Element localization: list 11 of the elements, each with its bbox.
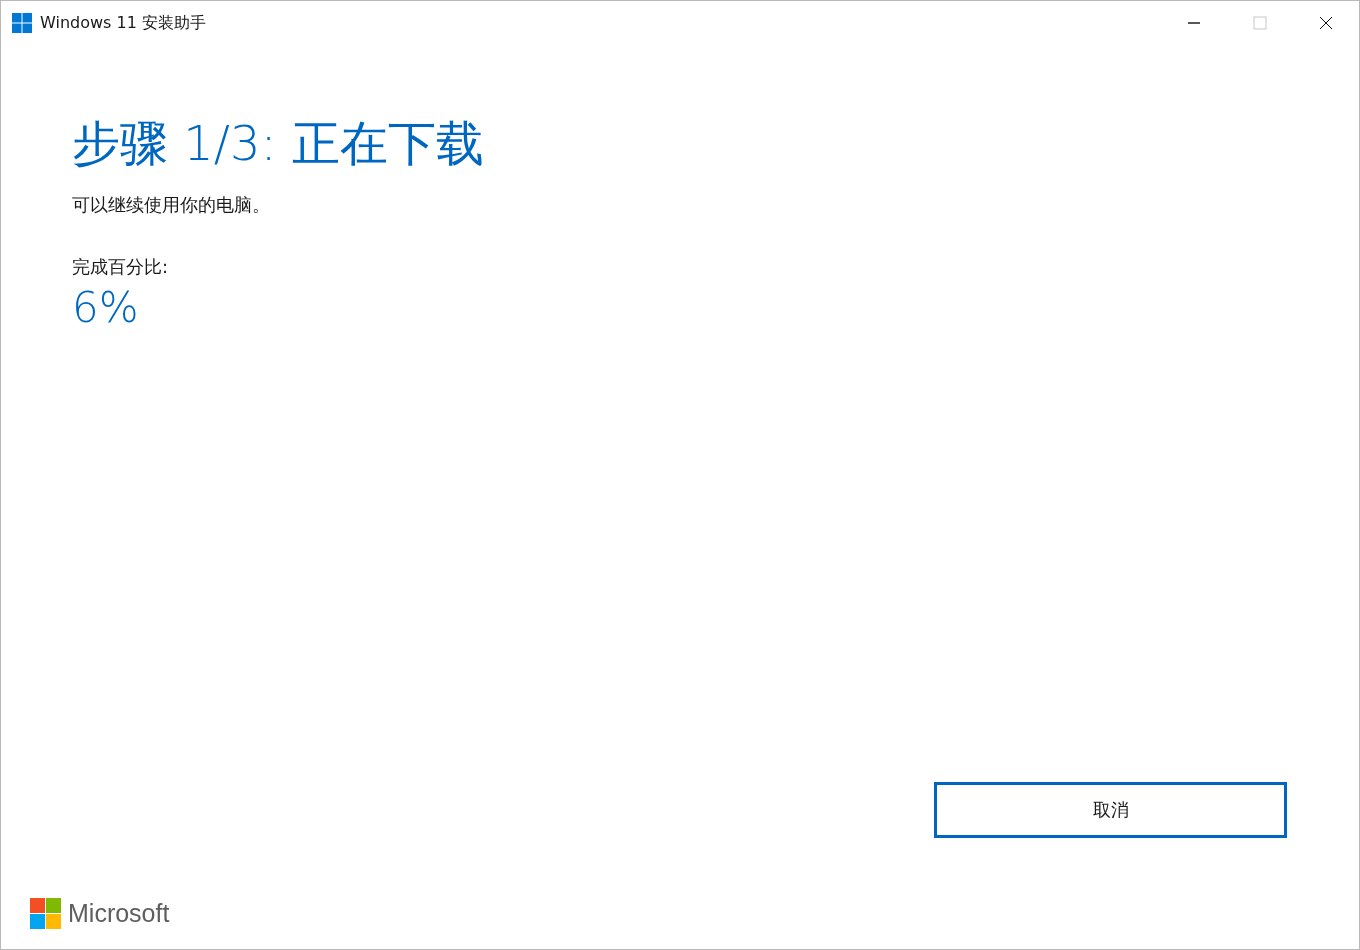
windows-logo-icon — [12, 13, 32, 33]
close-icon — [1319, 16, 1333, 30]
cancel-button[interactable]: 取消 — [934, 782, 1287, 838]
window-title: Windows 11 安装助手 — [40, 12, 206, 34]
brand-name: Microsoft — [68, 899, 170, 928]
step-heading: 步骤 1/3: 正在下载 — [72, 114, 485, 173]
microsoft-logo-icon — [30, 898, 61, 929]
progress-percent: 6% — [72, 283, 140, 333]
progress-label: 完成百分比: — [72, 255, 170, 279]
subtitle-text: 可以继续使用你的电脑。 — [72, 193, 271, 217]
maximize-icon — [1253, 16, 1267, 30]
